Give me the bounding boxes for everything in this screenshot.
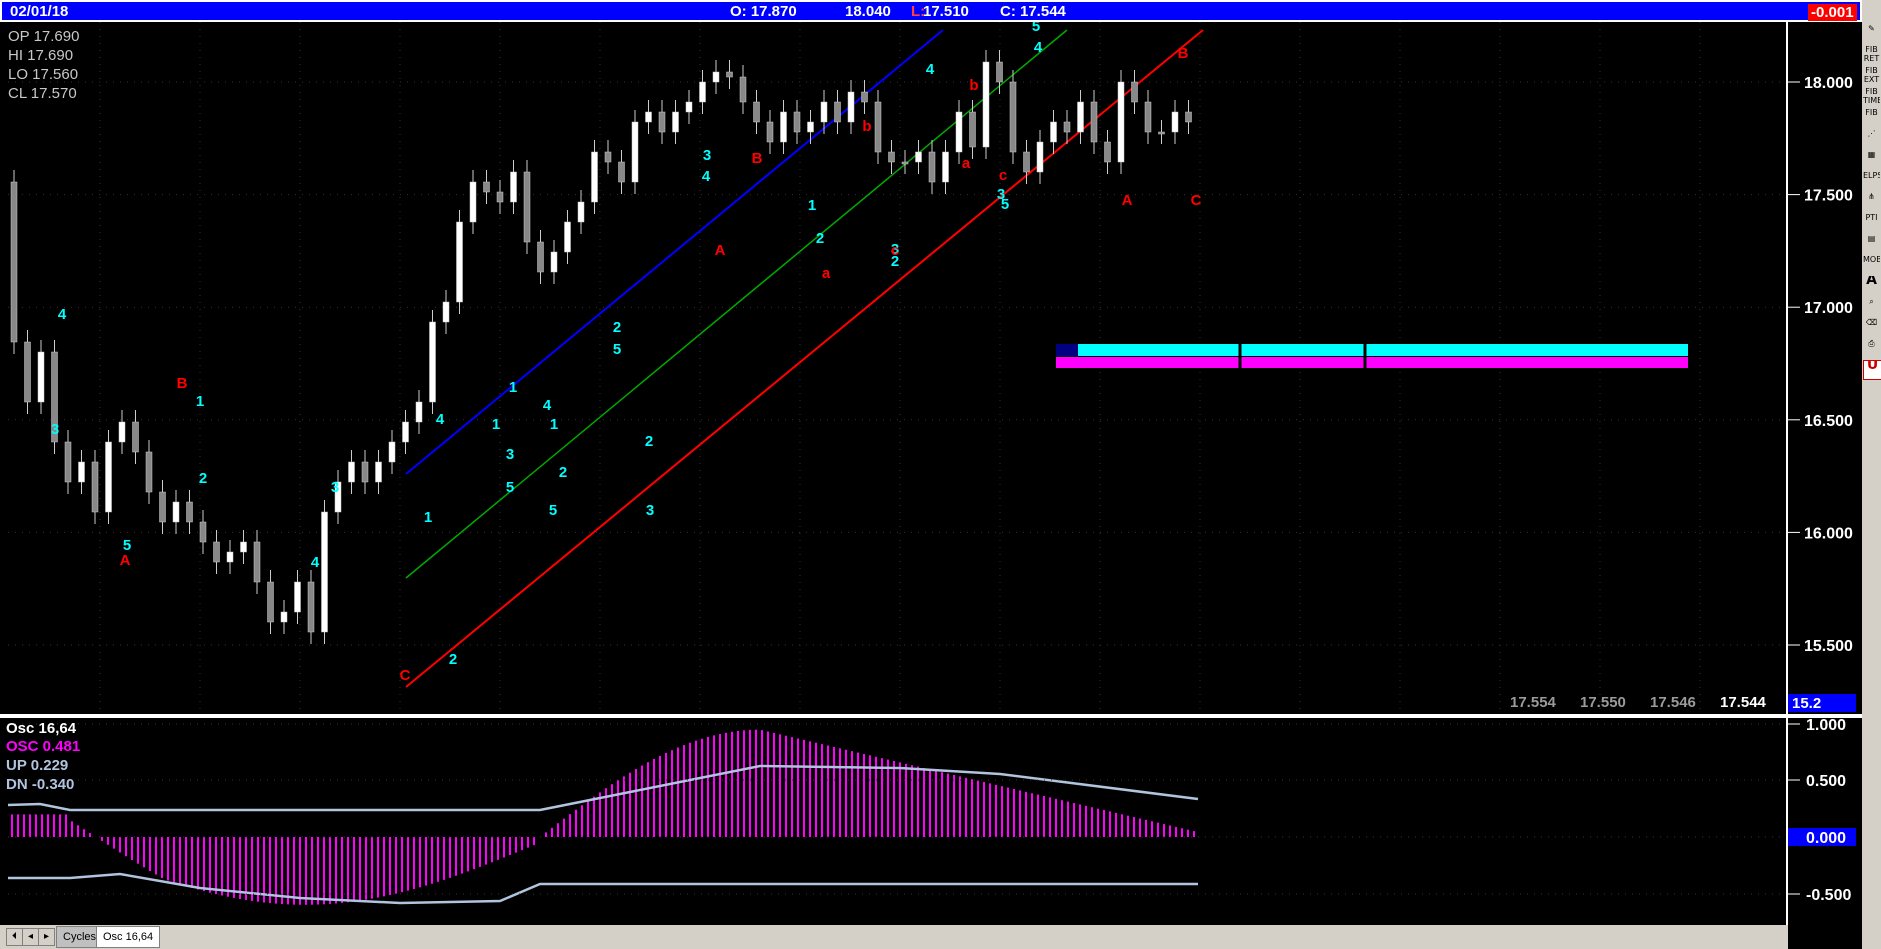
print-tool-icon[interactable]: ⎙ (1863, 339, 1880, 357)
eraser-tool-icon[interactable]: ⌫ (1863, 318, 1880, 336)
osc-title: Osc 16,64 (6, 720, 77, 737)
elps-tool-icon[interactable]: ELPS (1863, 171, 1880, 189)
wave-label-cyan: 1 (509, 379, 517, 396)
fib-tool-icon[interactable]: FIB (1863, 108, 1880, 126)
wave-label-red: C (400, 667, 411, 684)
osc-value: OSC 0.481 (6, 738, 81, 755)
wave-label-red: b (862, 118, 871, 135)
header-high: 18.040 (845, 3, 891, 20)
wave-label-cyan: 1 (492, 416, 500, 433)
chart-header-bar: 02/01/18 O: 17.870 18.040 L: 17.510 C: 1… (0, 0, 1862, 22)
osc-dn-value: DN -0.340 (6, 776, 75, 793)
wave-label-cyan: 1 (808, 197, 816, 214)
price-chart[interactable]: 18.000 17.500 17.000 16.500 16.000 15.500 15.2… (0, 22, 1862, 714)
wave-label-red: A (1122, 192, 1133, 209)
wave-label-cyan: 5 (613, 341, 621, 358)
wave-label-cyan: 4 (702, 168, 711, 185)
price-axis-label: 18.000 (1804, 75, 1853, 92)
candlestick-series (10, 50, 1192, 644)
price-readout-current: 17.544 (1720, 694, 1766, 711)
prev-tab-button[interactable]: ◂ (22, 928, 39, 946)
wave-label-cyan: 2 (559, 464, 567, 481)
wave-label-red: a (962, 155, 971, 172)
tab-bar: ⏴ ◂ ▸ Cycles Osc 16,64 (0, 925, 1788, 949)
wave-label-red: c (891, 242, 899, 259)
wave-label-cyan: 3 (331, 479, 339, 496)
header-close: C: 17.544 (1000, 3, 1066, 20)
price-readout-1: 17.554 (1510, 694, 1556, 711)
wave-label-cyan: 3 (51, 421, 59, 438)
header-open: O: 17.870 (730, 3, 797, 20)
table-tool-icon[interactable]: ▤ (1863, 234, 1880, 252)
wave-label-cyan: 3 (646, 502, 654, 519)
wave-label-cyan: 4 (311, 554, 320, 571)
wave-label-cyan: 2 (645, 433, 653, 450)
wave-label-red: c (999, 167, 1007, 184)
wave-label-red: B (752, 150, 763, 167)
header-low: 17.510 (923, 3, 969, 20)
wave-label-cyan: 3 (506, 446, 514, 463)
osc-axis-label: 1.000 (1806, 718, 1846, 734)
header-date: 02/01/18 (10, 3, 69, 20)
drawing-toolbar: ✎ FIB RET FIB EXT FIB TIME FIB ⋰ ▦ ELPS ⋔ PTI ▤ MOB… (1862, 0, 1881, 949)
u-tool-icon[interactable]: U (1863, 360, 1881, 380)
wave-label-cyan: 4 (926, 61, 935, 78)
wave-label-cyan: 5 (1032, 22, 1040, 35)
wave-label-cyan: 2 (816, 230, 824, 247)
first-tab-button[interactable]: ⏴ (6, 928, 23, 946)
wave-label-cyan: 3 (703, 147, 711, 164)
price-axis-label: 15.500 (1804, 638, 1853, 655)
wave-label-cyan: 4 (58, 306, 67, 323)
wave-label-cyan: 5 (506, 479, 514, 496)
wave-label-red: A (715, 242, 726, 259)
oscillator-chart[interactable]: 1.000 0.500 0.000 -0.500 (0, 718, 1862, 925)
wave-label-cyan: 2 (613, 319, 621, 336)
a-tool-icon[interactable]: A (1863, 276, 1880, 294)
wave-label-red: C (1191, 192, 1202, 209)
fib-ret-tool-icon[interactable]: FIB RET (1863, 45, 1880, 63)
wave-label-cyan: 1 (196, 393, 204, 410)
wave-label-red: B (177, 375, 188, 392)
wave-label-cyan: 4 (436, 411, 445, 428)
oscillator-histogram (11, 729, 1195, 905)
osc-up-value: UP 0.229 (6, 757, 69, 774)
price-axis-label: 16.500 (1804, 413, 1853, 430)
pti-tool-icon[interactable]: PTI (1863, 213, 1880, 231)
wave-label-red: b (969, 77, 978, 94)
elliott-wave-labels: 435124312513541223453122435414235BACBAac… (51, 22, 1202, 684)
pencil-tool-icon[interactable]: ✎ (1863, 24, 1880, 42)
osc-axis-label: 0.500 (1806, 773, 1846, 790)
current-price-badge: 15.2 (1792, 695, 1821, 712)
wave-label-cyan: 2 (199, 470, 207, 487)
osc-axis-label: -0.500 (1806, 887, 1851, 904)
mob-tool-icon[interactable]: MOB (1863, 255, 1880, 273)
header-change: -0.001 (1808, 4, 1857, 21)
wave-label-red: a (822, 265, 831, 282)
wave-label-cyan: 4 (543, 397, 552, 414)
price-readout-3: 17.546 (1650, 694, 1696, 711)
pitchfork-tool-icon[interactable]: ⋔ (1863, 192, 1880, 210)
osc-axis-label: 0.000 (1806, 830, 1846, 847)
wave-label-red: B (1178, 45, 1189, 62)
next-tab-button[interactable]: ▸ (38, 928, 55, 946)
fib-time-tool-icon[interactable]: FIB TIME (1863, 87, 1880, 105)
grid-tool-icon[interactable]: ▦ (1863, 150, 1880, 168)
wave-label-cyan: 5 (549, 502, 557, 519)
price-axis-label: 16.000 (1804, 525, 1853, 542)
wave-label-cyan: 4 (1034, 39, 1043, 56)
tab-osc[interactable]: Osc 16,64 (96, 926, 161, 948)
price-axis-label: 17.500 (1804, 188, 1853, 205)
wave-label-red: A (120, 552, 131, 569)
wave-label-cyan: 2 (449, 651, 457, 668)
fan-tool-icon[interactable]: ⋰ (1863, 129, 1880, 147)
price-axis-label: 17.000 (1804, 300, 1853, 317)
cycle-bars (1056, 344, 1688, 370)
wave-label-cyan: 1 (550, 416, 558, 433)
fib-ext-tool-icon[interactable]: FIB EXT (1863, 66, 1880, 84)
price-readout-2: 17.550 (1580, 694, 1626, 711)
wave-label-cyan: 1 (424, 509, 432, 526)
zoom-tool-icon[interactable]: ⌕ (1863, 297, 1880, 315)
wave-label-cyan: 5 (1001, 196, 1009, 213)
